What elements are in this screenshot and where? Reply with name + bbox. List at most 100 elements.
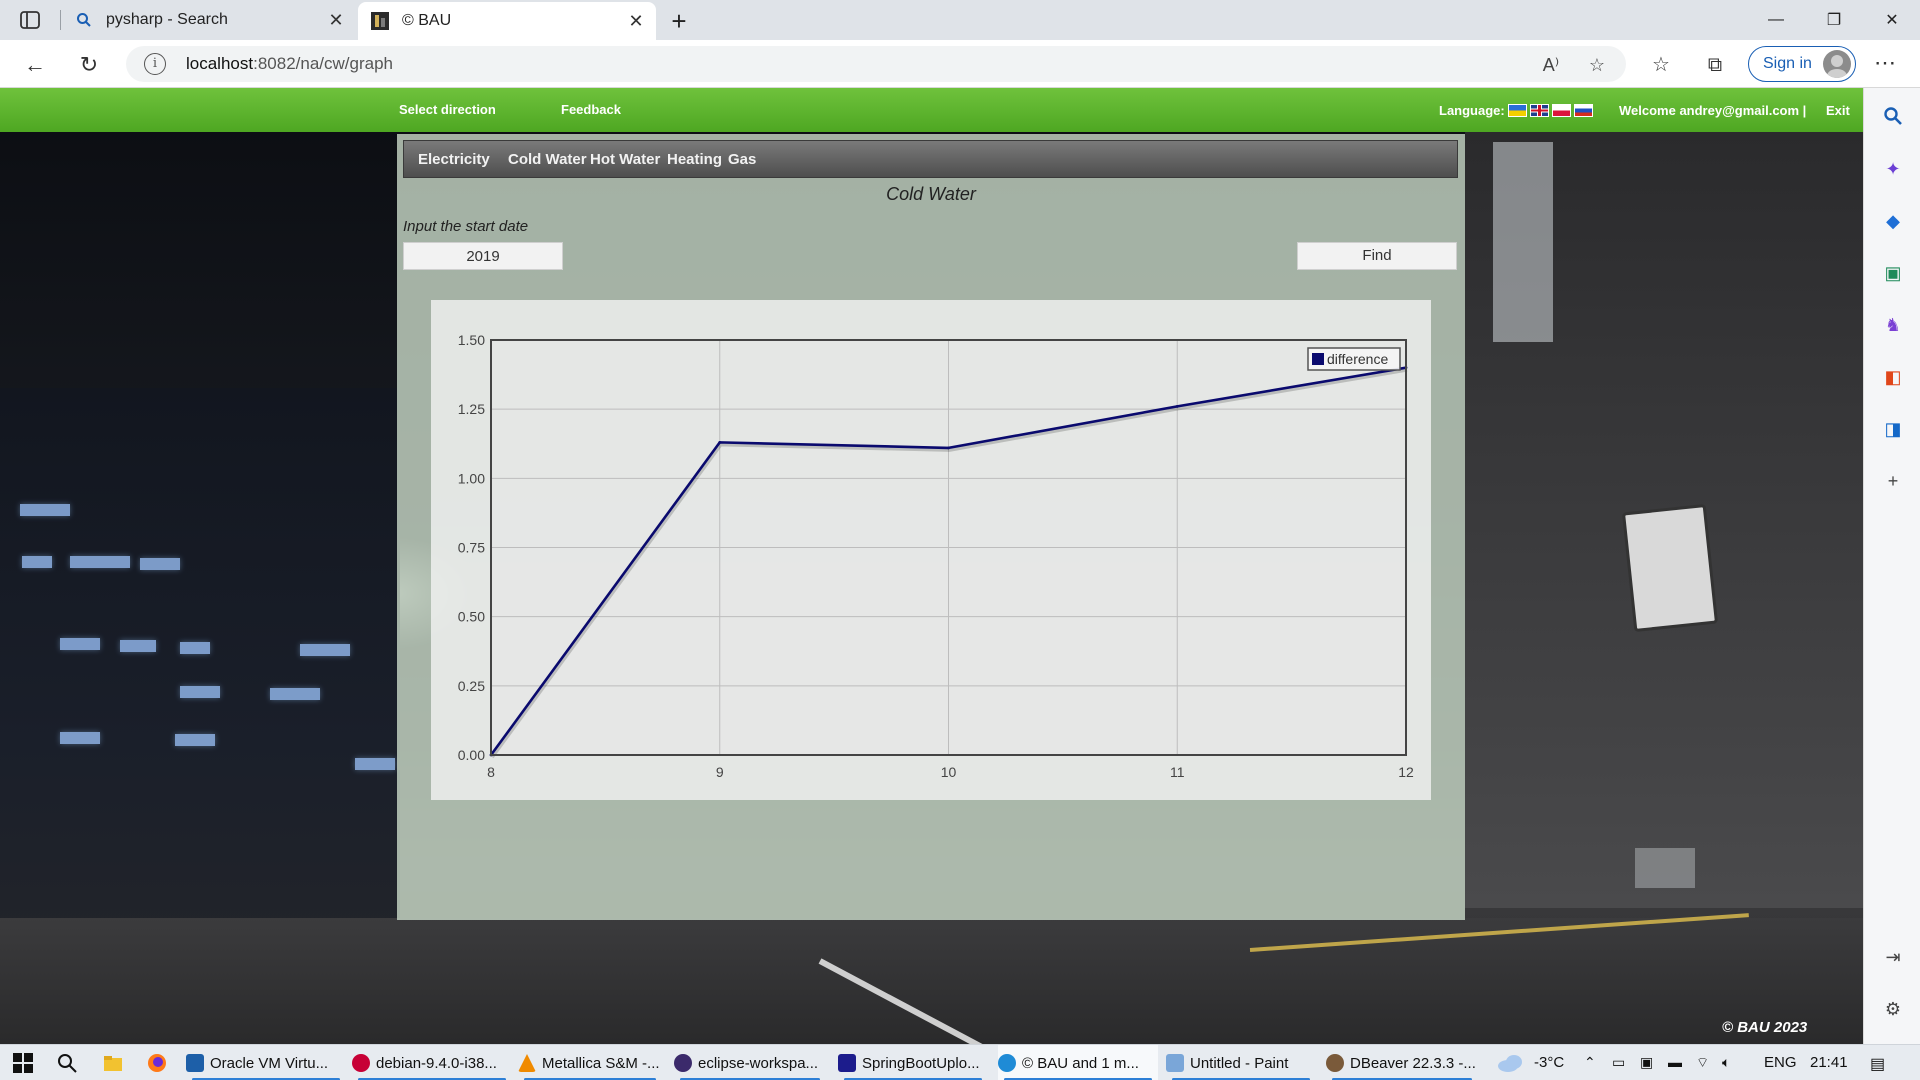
tools-icon[interactable]: ▣ <box>1882 262 1904 284</box>
language-selector: Language: <box>1439 103 1593 118</box>
site-favicon <box>370 11 390 31</box>
tab-title: © BAU <box>402 12 452 29</box>
restore-icon[interactable]: ❐ <box>1806 0 1862 40</box>
eclipse-icon <box>674 1054 692 1072</box>
tab-cold-water[interactable]: Cold Water <box>508 151 587 168</box>
meet-now-icon[interactable]: ▭ <box>1612 1054 1625 1071</box>
office-icon[interactable]: ◧ <box>1882 366 1904 388</box>
x-tick-label: 8 <box>487 764 495 780</box>
notifications-icon[interactable]: ▤ <box>1870 1054 1885 1074</box>
volume-icon[interactable]: 🔈︎ <box>1722 1054 1730 1071</box>
outlook-icon[interactable]: ◨ <box>1882 418 1904 440</box>
chart-container: 0.00 0.25 0.50 0.75 1.00 1.25 1.50 8 9 10 11 12 di… <box>431 300 1431 800</box>
add-icon[interactable]: + <box>1882 470 1904 492</box>
select-direction-link[interactable]: Select direction <box>399 102 496 117</box>
avatar <box>1823 50 1851 78</box>
utility-tabs: Electricity Cold Water Hot Water Heating… <box>403 140 1458 178</box>
settings-gear-icon[interactable]: ⚙ <box>1882 998 1904 1020</box>
legend-label: difference <box>1327 351 1388 367</box>
taskbar-app-debian[interactable]: debian-9.4.0-i38... <box>352 1045 512 1080</box>
exit-link[interactable]: Exit <box>1826 103 1850 118</box>
data-point <box>947 446 950 450</box>
refresh-icon[interactable]: ↻ <box>74 50 104 80</box>
close-tab-icon[interactable]: ✕ <box>322 6 350 34</box>
input-language[interactable]: ENG <box>1764 1054 1797 1071</box>
english-flag-icon[interactable] <box>1529 104 1549 117</box>
sign-in-button[interactable]: Sign in <box>1748 46 1856 82</box>
taskbar-app-label: debian-9.4.0-i38... <box>376 1054 497 1072</box>
site-info-icon[interactable]: i <box>144 53 166 75</box>
taskbar-app-virtualbox[interactable]: Oracle VM Virtu... <box>186 1045 346 1080</box>
add-favorite-icon[interactable]: ☆ <box>1586 54 1608 76</box>
find-button[interactable]: Find <box>1297 242 1457 270</box>
favorites-icon[interactable]: ☆ <box>1648 52 1674 78</box>
x-tick-label: 12 <box>1398 764 1414 780</box>
content-panel: Electricity Cold Water Hot Water Heating… <box>397 134 1465 920</box>
copilot-icon[interactable]: ✦ <box>1882 158 1904 180</box>
y-tick-label: 0.50 <box>458 609 485 625</box>
russian-flag-icon[interactable] <box>1573 104 1593 117</box>
back-icon[interactable]: ← <box>20 50 50 80</box>
browser-address-bar: ← ↻ i localhost:8082/na/cw/graph A⁾ ☆ ☆ … <box>0 40 1920 88</box>
legend: difference <box>1307 347 1401 371</box>
taskbar-app-intellij[interactable]: SpringBootUplo... <box>838 1045 988 1080</box>
more-menu-icon[interactable]: ⋯ <box>1870 50 1900 80</box>
browser-tab-bau[interactable]: © BAU ✕ <box>358 2 656 40</box>
x-tick-label: 9 <box>716 764 724 780</box>
legend-swatch <box>1312 353 1324 365</box>
page-title: Cold Water <box>886 184 976 204</box>
y-tick-label: 0.75 <box>458 540 485 556</box>
collections-icon[interactable]: ⧉ <box>1702 52 1728 78</box>
file-explorer-icon[interactable] <box>102 1052 124 1074</box>
taskbar-app-vlc[interactable]: Metallica S&M -... <box>518 1045 662 1080</box>
tab-hot-water[interactable]: Hot Water <box>590 151 660 168</box>
data-point <box>1175 405 1179 408</box>
clock[interactable]: 21:41 <box>1810 1054 1848 1071</box>
tab-electricity[interactable]: Electricity <box>418 151 490 168</box>
wifi-icon[interactable]: ⌔ <box>1696 1054 1709 1072</box>
minimize-icon[interactable]: — <box>1748 0 1804 40</box>
taskbar-app-edge[interactable]: © BAU and 1 m... <box>998 1045 1158 1080</box>
background-road <box>0 913 1863 1044</box>
debian-icon <box>352 1054 370 1072</box>
tab-separator <box>60 10 61 30</box>
windows-start-icon[interactable] <box>12 1052 34 1074</box>
games-icon[interactable]: ♞ <box>1882 314 1904 336</box>
url-host: localhost <box>186 54 254 73</box>
ukrainian-flag-icon[interactable] <box>1507 104 1527 117</box>
taskbar-app-dbeaver[interactable]: DBeaver 22.3.3 -... <box>1326 1045 1478 1080</box>
search-icon[interactable] <box>56 1052 78 1074</box>
y-axis-ticks: 0.00 0.25 0.50 0.75 1.00 1.25 1.50 <box>458 332 485 763</box>
chevron-up-icon[interactable]: ⌃ <box>1584 1054 1596 1071</box>
start-date-input[interactable] <box>403 242 563 270</box>
new-tab-button[interactable]: + <box>664 6 694 36</box>
feedback-link[interactable]: Feedback <box>561 102 621 117</box>
taskbar-app-paint[interactable]: Untitled - Paint <box>1166 1045 1316 1080</box>
tab-gas[interactable]: Gas <box>728 151 756 168</box>
close-window-icon[interactable]: ✕ <box>1864 0 1920 40</box>
data-point <box>718 440 722 444</box>
site-top-nav: Select direction Feedback Language: Welc… <box>0 88 1863 132</box>
security-icon[interactable]: ▣ <box>1640 1054 1653 1071</box>
firefox-icon[interactable] <box>146 1052 168 1074</box>
battery-icon[interactable]: ▬ <box>1668 1054 1682 1070</box>
close-tab-icon[interactable]: ✕ <box>622 7 650 35</box>
url-text[interactable]: localhost:8082/na/cw/graph <box>186 54 393 74</box>
shopping-tag-icon[interactable]: ◆ <box>1882 210 1904 232</box>
taskbar-app-label: eclipse-workspa... <box>698 1054 819 1072</box>
page-viewport: Select direction Feedback Language: Welc… <box>0 88 1863 1044</box>
search-icon[interactable] <box>1882 106 1904 128</box>
polish-flag-icon[interactable] <box>1551 104 1571 117</box>
x-axis-ticks: 8 9 10 11 12 <box>487 764 1414 780</box>
browser-tab-search[interactable]: pysharp - Search ✕ <box>62 0 356 40</box>
url-field[interactable]: i localhost:8082/na/cw/graph A⁾ ☆ <box>126 46 1626 82</box>
tab-heating[interactable]: Heating <box>667 151 722 168</box>
weather-temperature[interactable]: -3°C <box>1534 1054 1564 1071</box>
hide-sidebar-icon[interactable]: ⇥ <box>1882 946 1904 968</box>
language-label: Language: <box>1439 103 1505 118</box>
tab-actions-icon[interactable] <box>18 8 42 32</box>
paint-icon <box>1166 1054 1184 1072</box>
read-aloud-icon[interactable]: A⁾ <box>1540 54 1562 76</box>
weather-cloud-icon[interactable] <box>1496 1052 1526 1074</box>
taskbar-app-eclipse[interactable]: eclipse-workspa... <box>674 1045 826 1080</box>
